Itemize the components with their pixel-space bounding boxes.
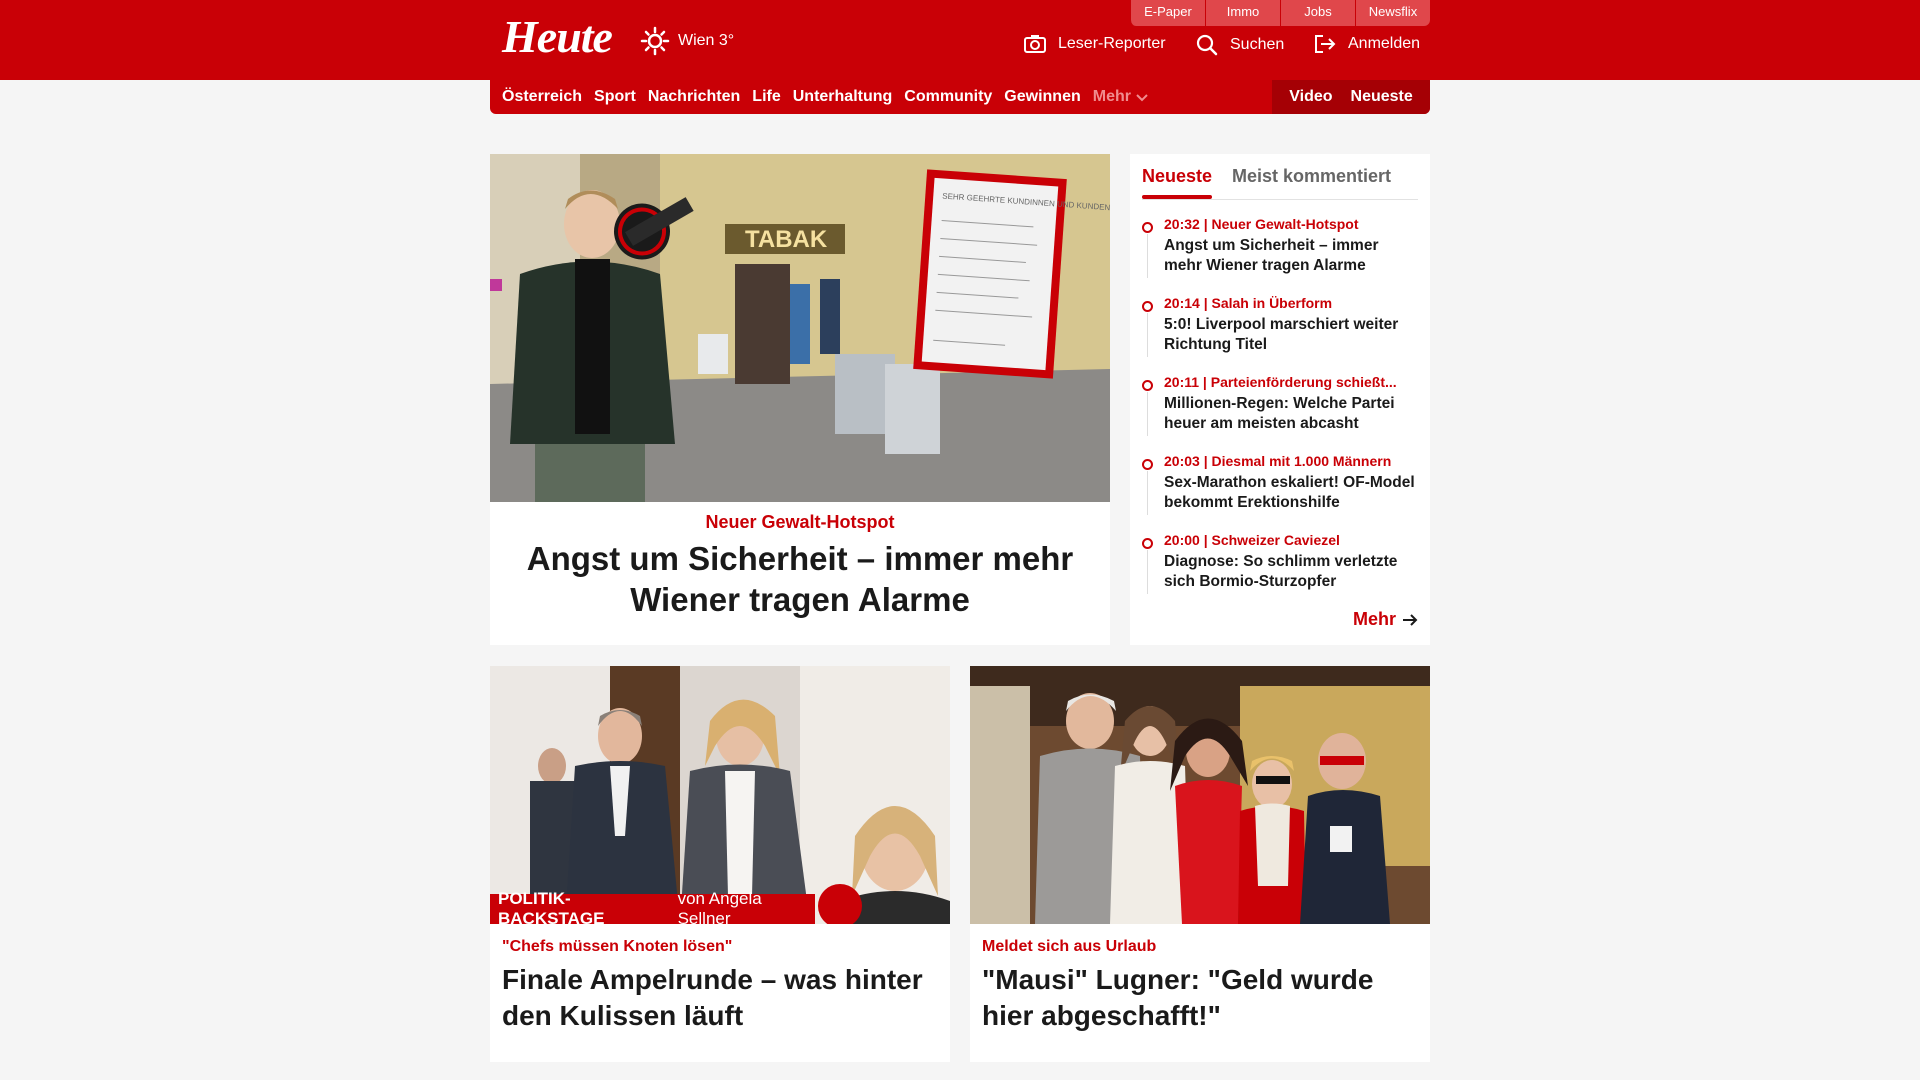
item-meta: 20:11 | Parteienförderung schießt... [1164, 374, 1397, 390]
chevron-down-icon [1136, 94, 1148, 102]
card-image[interactable]: POLITIK-BACKSTAGE von Angela Sellner [490, 666, 950, 924]
group-photo-illustration [970, 666, 1430, 924]
login-icon [1315, 35, 1336, 53]
timeline-dot-icon [1142, 459, 1153, 470]
sidebar-tabs: Neueste Meist kommentiert [1142, 164, 1418, 200]
search-button[interactable]: Suchen [1196, 34, 1284, 56]
timeline-line [1147, 392, 1148, 436]
nav-item-nachrichten[interactable]: Nachrichten [648, 88, 740, 106]
hero-photo-illustration: TABAK SEHR GEEHRTE KUNDINNEN UND KUNDEN [490, 154, 1110, 502]
timeline-line [1147, 550, 1148, 594]
timeline-dot-icon [1142, 301, 1153, 312]
item-title[interactable]: Diagnose: So schlimm verletzte sich Borm… [1164, 552, 1420, 592]
more-link[interactable]: Mehr [1353, 609, 1418, 630]
hero-article[interactable]: TABAK SEHR GEEHRTE KUNDINNEN UND KUNDEN [490, 154, 1110, 645]
card-headline[interactable]: "Mausi" Lugner: "Geld wurde hier abgesch… [982, 962, 1418, 1034]
nav-item-video[interactable]: Video [1289, 88, 1332, 106]
nav-item-life[interactable]: Life [752, 88, 780, 106]
tab-neueste[interactable]: Neueste [1142, 166, 1213, 199]
timeline-line [1147, 234, 1148, 278]
category-badge: POLITIK-BACKSTAGE von Angela Sellner [490, 889, 815, 924]
timeline-dot-icon [1142, 538, 1153, 549]
nav-item-sport[interactable]: Sport [594, 88, 636, 106]
nav-more-dropdown[interactable]: Mehr [1093, 88, 1149, 106]
article-card-politics[interactable]: POLITIK-BACKSTAGE von Angela Sellner "Ch… [490, 666, 950, 1062]
service-tabs: E-Paper Immo Jobs Newsflix [1130, 0, 1430, 26]
timeline-line [1147, 313, 1148, 357]
login-label: Anmelden [1348, 35, 1421, 52]
item-title[interactable]: Millionen-Regen: Welche Partei heuer am … [1164, 394, 1420, 434]
leser-reporter-label: Leser-Reporter [1058, 35, 1166, 52]
card-headline[interactable]: Finale Ampelrunde – was hinter den Kulis… [502, 962, 938, 1034]
tab-meist-kommentiert[interactable]: Meist kommentiert [1232, 166, 1391, 187]
login-button[interactable]: Anmelden [1314, 34, 1420, 54]
item-title[interactable]: Sex-Marathon eskaliert! OF-Model bekommt… [1164, 473, 1420, 513]
nav-more-label: Mehr [1092, 88, 1131, 105]
sun-icon [640, 26, 670, 56]
site-logo[interactable]: Heute [502, 10, 613, 63]
item-meta: 20:32 | Neuer Gewalt-Hotspot [1164, 216, 1359, 232]
timeline-dot-icon [1142, 222, 1153, 233]
site-header [0, 0, 1920, 80]
politics-photo-illustration [490, 666, 950, 924]
shop-sign-text: TABAK [745, 226, 828, 253]
tab-jobs[interactable]: Jobs [1280, 0, 1355, 26]
nav-item-gewinnen[interactable]: Gewinnen [1004, 88, 1080, 106]
tab-epaper[interactable]: E-Paper [1130, 0, 1205, 26]
card-kicker: Meldet sich aus Urlaub [982, 938, 1157, 955]
hero-image[interactable]: TABAK SEHR GEEHRTE KUNDINNEN UND KUNDEN [490, 154, 1110, 502]
tab-newsflix[interactable]: Newsflix [1355, 0, 1430, 26]
item-meta: 20:03 | Diesmal mit 1.000 Männern [1164, 453, 1392, 469]
latest-news-sidebar: Neueste Meist kommentiert 20:32 | Neuer … [1130, 154, 1430, 645]
weather-widget[interactable]: Wien 3° [640, 26, 734, 56]
timeline-line [1147, 471, 1148, 515]
nav-item-neueste[interactable]: Neueste [1351, 88, 1413, 106]
search-icon [1196, 34, 1218, 56]
weather-label: Wien 3° [678, 32, 735, 49]
main-navigation: Österreich Sport Nachrichten Life Unterh… [490, 80, 1430, 114]
leser-reporter-button[interactable]: Leser-Reporter [1024, 34, 1166, 54]
card-image[interactable] [970, 666, 1430, 924]
more-label: Mehr [1352, 609, 1396, 629]
tab-immo[interactable]: Immo [1205, 0, 1280, 26]
nav-item-oesterreich[interactable]: Österreich [502, 88, 582, 106]
item-meta: 20:14 | Salah in Überform [1164, 295, 1333, 311]
article-card-lugner[interactable]: Meldet sich aus Urlaub "Mausi" Lugner: "… [970, 666, 1430, 1062]
hero-kicker: Neuer Gewalt-Hotspot [705, 512, 895, 532]
camera-icon [1024, 35, 1046, 53]
arrow-right-icon [1403, 613, 1418, 626]
search-label: Suchen [1230, 36, 1285, 53]
timeline-dot-icon [1142, 380, 1153, 391]
item-meta: 20:00 | Schweizer Caviezel [1164, 532, 1340, 548]
hero-headline[interactable]: Angst um Sicherheit – immer mehr Wiener … [510, 538, 1090, 620]
item-title[interactable]: 5:0! Liverpool marschiert weiter Richtun… [1164, 315, 1420, 355]
item-title[interactable]: Angst um Sicherheit – immer mehr Wiener … [1164, 236, 1420, 276]
badge-category: POLITIK-BACKSTAGE [498, 889, 605, 924]
nav-item-community[interactable]: Community [904, 88, 992, 106]
nav-item-unterhaltung[interactable]: Unterhaltung [793, 88, 893, 106]
nav-highlight-area: Video Neueste [1272, 80, 1430, 114]
badge-author: von Angela Sellner [677, 889, 762, 924]
card-kicker: "Chefs müssen Knoten lösen" [502, 938, 733, 955]
